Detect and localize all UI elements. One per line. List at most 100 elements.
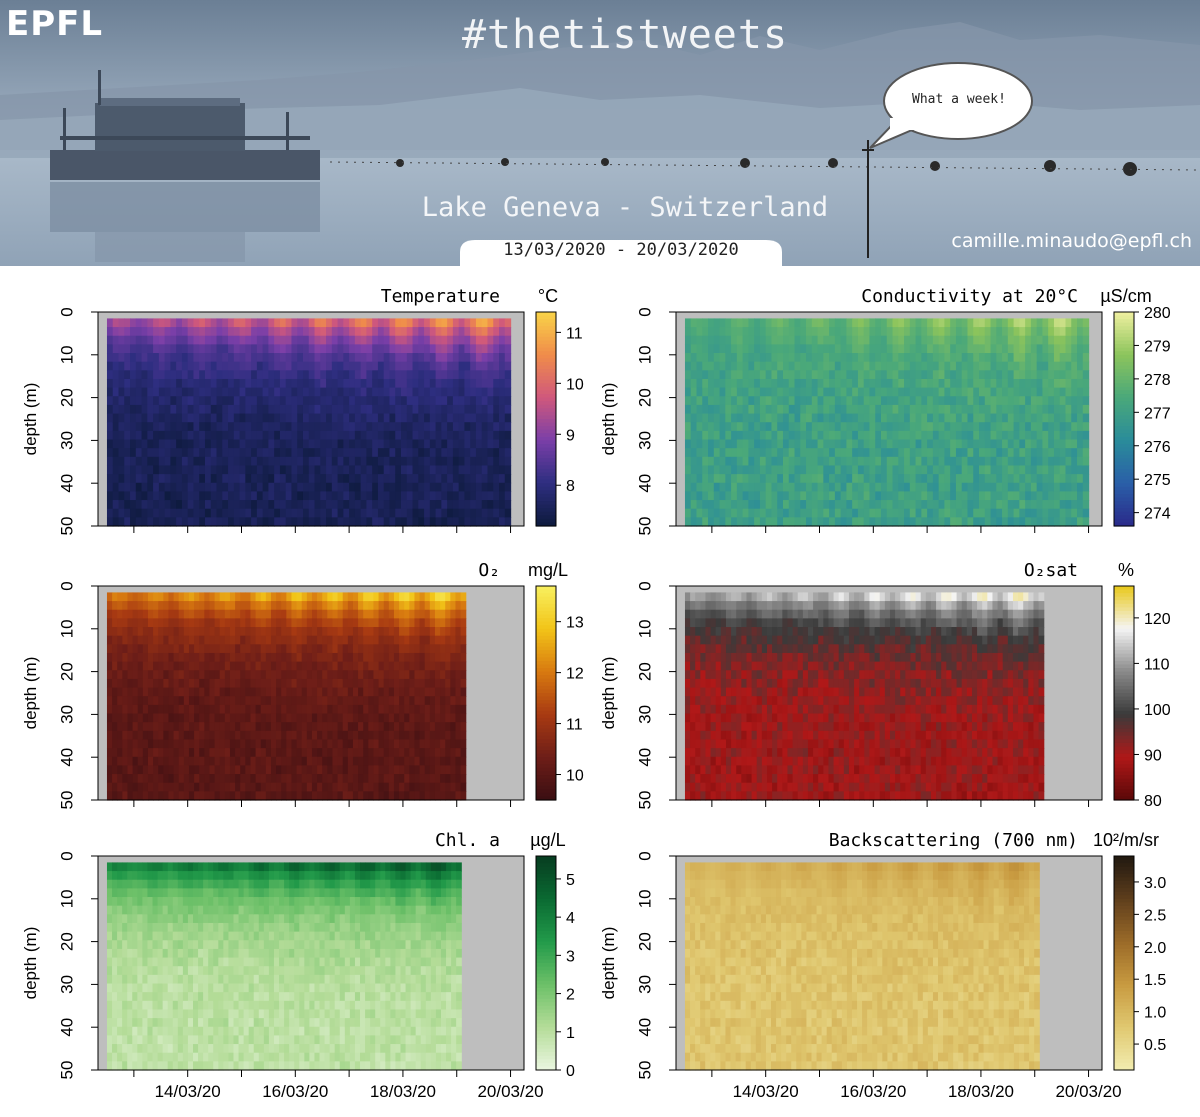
heatmap-cell xyxy=(183,661,190,671)
heatmap-cell xyxy=(388,661,395,671)
heatmap-cell xyxy=(163,791,170,801)
heatmap-cell xyxy=(932,335,940,345)
heatmap-cell xyxy=(332,644,339,654)
heatmap-cell xyxy=(164,361,171,371)
heatmap-cell xyxy=(406,508,414,518)
heatmap-cell xyxy=(447,318,454,328)
heatmap-cell xyxy=(955,422,963,432)
heatmap-cell xyxy=(250,592,257,602)
heatmap-cell xyxy=(124,318,131,328)
heatmap-cell xyxy=(281,652,287,663)
heatmap-cell xyxy=(788,370,796,380)
heatmap-cell xyxy=(130,422,137,432)
heatmap-cell xyxy=(788,335,796,345)
heatmap-cell xyxy=(163,670,170,680)
heatmap-cell xyxy=(470,327,477,337)
heatmap-cell xyxy=(255,592,262,602)
heatmap-cell xyxy=(696,318,703,328)
heatmap-cell xyxy=(327,739,334,749)
heatmap-cell xyxy=(327,730,334,741)
heatmap-cell xyxy=(158,335,166,345)
heatmap-cell xyxy=(343,474,350,484)
heatmap-cell xyxy=(297,517,304,527)
heatmap-cell xyxy=(886,318,894,328)
heatmap-cell xyxy=(475,370,483,380)
heatmap-cell xyxy=(418,413,425,423)
heatmap-cell xyxy=(404,661,410,671)
heatmap-cell xyxy=(393,661,400,671)
heatmap-cell xyxy=(320,318,327,328)
heatmap-cell xyxy=(229,635,236,645)
heatmap-cell xyxy=(713,439,721,449)
heatmap-cell xyxy=(470,465,477,475)
heatmap-cell xyxy=(141,448,148,458)
heatmap-cell xyxy=(719,404,726,415)
heatmap-cell xyxy=(1053,361,1061,371)
heatmap-cell xyxy=(475,413,483,423)
heatmap-cell xyxy=(684,396,692,406)
heatmap-cell xyxy=(1065,378,1072,389)
heatmap-cell xyxy=(915,474,922,484)
heatmap-cell xyxy=(137,627,144,637)
heatmap-cell xyxy=(782,474,790,484)
heatmap-cell xyxy=(170,404,177,415)
heatmap-cell xyxy=(990,422,997,432)
heatmap-cell xyxy=(170,430,177,441)
heatmap-cell xyxy=(229,713,236,723)
heatmap-cell xyxy=(412,448,419,458)
heatmap-cell xyxy=(441,448,448,458)
heatmap-cell xyxy=(800,327,807,337)
heatmap-cell xyxy=(127,774,134,784)
heatmap-cell xyxy=(904,517,911,527)
heatmap-cell xyxy=(886,378,894,389)
heatmap-cell xyxy=(262,456,269,467)
heatmap-cell xyxy=(260,791,267,801)
heatmap-cell xyxy=(800,396,807,406)
heatmap-cell xyxy=(950,448,957,458)
heatmap-cell xyxy=(122,635,129,645)
heatmap-cell xyxy=(840,387,847,397)
heatmap-cell xyxy=(447,327,454,337)
heatmap-cell xyxy=(863,335,871,345)
heatmap-cell xyxy=(499,500,506,510)
heatmap-cell xyxy=(811,508,819,518)
heatmap-cell xyxy=(279,465,287,475)
heatmap-cell xyxy=(235,774,241,784)
heatmap-cell xyxy=(372,318,379,328)
heatmap-cell xyxy=(921,327,928,337)
heatmap-cell xyxy=(973,396,980,406)
heatmap-cell xyxy=(499,439,506,449)
heatmap-cell xyxy=(863,361,871,371)
heatmap-cell xyxy=(973,465,980,475)
heatmap-cell xyxy=(363,739,369,749)
heatmap-cell xyxy=(377,396,385,406)
heatmap-cell xyxy=(892,482,899,492)
heatmap-cell xyxy=(852,413,859,423)
heatmap-cell xyxy=(401,456,408,467)
heatmap-cell xyxy=(996,318,1003,328)
heatmap-cell xyxy=(141,439,148,449)
heatmap-cell xyxy=(301,635,308,645)
heatmap-cell xyxy=(731,482,738,492)
heatmap-cell xyxy=(342,739,349,749)
heatmap-cell xyxy=(122,678,129,689)
heatmap-cells xyxy=(106,318,512,527)
heatmap-cell xyxy=(188,765,195,775)
heatmap-cell xyxy=(731,465,738,475)
heatmap-cell xyxy=(183,748,190,758)
heatmap-cell xyxy=(204,396,212,406)
heatmap-cell xyxy=(475,344,483,354)
heatmap-cell xyxy=(1071,361,1078,371)
heatmap-cell xyxy=(112,618,118,628)
heatmap-cell xyxy=(178,739,185,749)
heatmap-cell xyxy=(322,627,328,637)
heatmap-cell xyxy=(216,335,223,345)
heatmap-cell xyxy=(880,318,888,328)
heatmap-cell xyxy=(106,661,113,671)
heatmap-cell xyxy=(170,413,177,423)
heatmap-cell xyxy=(358,791,364,801)
heatmap-cell xyxy=(176,318,183,328)
heatmap-cell xyxy=(368,627,375,637)
heatmap-cell xyxy=(124,335,131,345)
heatmap-cell xyxy=(187,361,195,371)
